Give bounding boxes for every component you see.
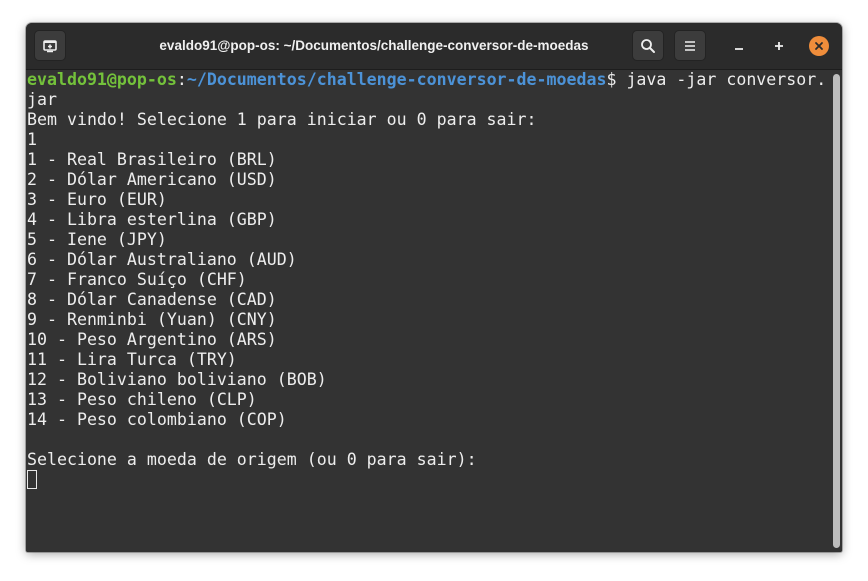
maximize-button[interactable] (769, 36, 789, 56)
terminal-text: evaldo91@pop-os:~/Documentos/challenge-c… (27, 70, 827, 490)
currency-option: 9 - Renminbi (Yuan) (CNY) (27, 310, 277, 329)
maximize-icon (773, 40, 785, 52)
currency-option: 13 - Peso chileno (CLP) (27, 390, 257, 409)
currency-option: 14 - Peso colombiano (COP) (27, 410, 287, 429)
minimize-button[interactable] (729, 36, 749, 56)
prompt-path: ~/Documentos/challenge-conversor-de-moed… (186, 70, 607, 89)
new-tab-button[interactable] (34, 30, 66, 61)
currency-option: 8 - Dólar Canadense (CAD) (27, 290, 277, 309)
currency-option: 2 - Dólar Americano (USD) (27, 170, 277, 189)
prompt-user: evaldo91@pop-os (27, 70, 177, 89)
close-button[interactable] (809, 36, 829, 56)
command-text: java -jar conversor. (626, 70, 827, 89)
prompt-colon: : (176, 70, 187, 89)
hamburger-menu-icon (683, 39, 697, 53)
currency-option: 4 - Libra esterlina (GBP) (27, 210, 277, 229)
prompt-symbol: $ (606, 70, 627, 89)
currency-option: 5 - Iene (JPY) (27, 230, 167, 249)
terminal-window: evaldo91@pop-os: ~/Documentos/challenge-… (26, 23, 842, 552)
search-button[interactable] (632, 30, 664, 61)
select-origin-prompt: Selecione a moeda de origem (ou 0 para s… (27, 450, 477, 469)
currency-option: 10 - Peso Argentino (ARS) (27, 330, 277, 349)
close-icon (814, 41, 824, 51)
currency-option: 11 - Lira Turca (TRY) (27, 350, 237, 369)
welcome-message: Bem vindo! Selecione 1 para iniciar ou 0… (27, 110, 537, 129)
currency-option: 1 - Real Brasileiro (BRL) (27, 150, 277, 169)
currency-option: 6 - Dólar Australiano (AUD) (27, 250, 297, 269)
minimize-icon (733, 40, 745, 52)
new-tab-icon (42, 38, 58, 54)
terminal-output-area[interactable]: evaldo91@pop-os:~/Documentos/challenge-c… (26, 70, 842, 552)
search-icon (640, 38, 656, 54)
menu-button[interactable] (674, 30, 706, 61)
scrollbar[interactable] (833, 74, 840, 548)
command-text-wrap: jar (27, 90, 57, 109)
currency-option: 7 - Franco Suíço (CHF) (27, 270, 247, 289)
window-title: evaldo91@pop-os: ~/Documentos/challenge-… (159, 38, 589, 53)
text-cursor (27, 470, 37, 489)
user-input-line: 1 (27, 130, 37, 149)
title-bar: evaldo91@pop-os: ~/Documentos/challenge-… (26, 23, 842, 70)
currency-option: 12 - Boliviano boliviano (BOB) (27, 370, 327, 389)
currency-option: 3 - Euro (EUR) (27, 190, 167, 209)
